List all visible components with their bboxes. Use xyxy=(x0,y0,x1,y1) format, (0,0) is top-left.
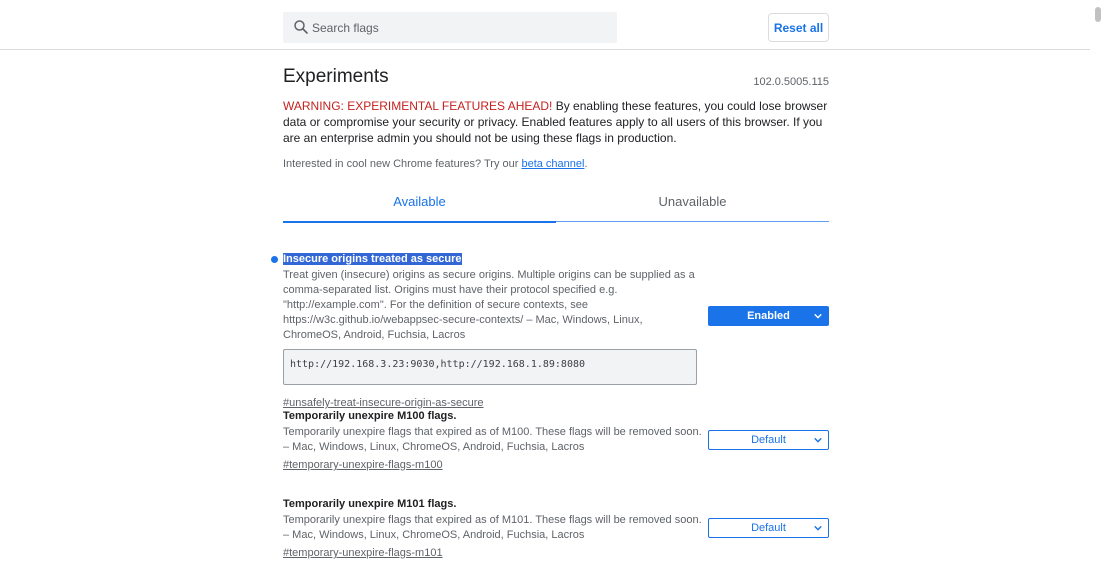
search-box[interactable] xyxy=(283,12,617,43)
experiment-insecure-origins: Insecure origins treated as secure Treat… xyxy=(271,252,829,411)
search-icon xyxy=(294,20,308,34)
version-label: 102.0.5005.115 xyxy=(753,76,829,88)
experiment-link[interactable]: #temporary-unexpire-flags-m101 xyxy=(283,546,443,561)
experiment-link[interactable]: #temporary-unexpire-flags-m100 xyxy=(283,458,443,473)
tab-unavailable[interactable]: Unavailable xyxy=(556,187,829,221)
interest-end: . xyxy=(584,158,588,170)
experiment-unexpire-m100: Temporarily unexpire M100 flags. Tempora… xyxy=(283,409,829,473)
beta-channel-link[interactable]: beta channel xyxy=(521,158,584,170)
chevron-down-icon xyxy=(814,437,822,443)
experiment-state-select[interactable]: Enabled xyxy=(708,306,829,326)
scrollbar[interactable] xyxy=(1090,0,1107,579)
beta-channel-note: Interested in cool new Chrome features? … xyxy=(283,156,829,172)
experiment-description: Temporarily unexpire flags that expired … xyxy=(283,514,702,541)
experiment-title: Temporarily unexpire M101 flags. xyxy=(283,498,457,510)
experiment-unexpire-m101: Temporarily unexpire M101 flags. Tempora… xyxy=(283,497,829,561)
interest-text: Interested in cool new Chrome features? … xyxy=(283,158,522,170)
select-value: Default xyxy=(751,522,786,534)
search-input[interactable] xyxy=(312,12,612,43)
select-value: Default xyxy=(751,434,786,446)
chevron-down-icon xyxy=(814,525,822,531)
warning-text: WARNING: EXPERIMENTAL FEATURES AHEAD! By… xyxy=(283,98,833,146)
experiment-description: Temporarily unexpire flags that expired … xyxy=(283,426,702,453)
tab-bar: Available Unavailable xyxy=(283,187,829,223)
experiment-state-select[interactable]: Default xyxy=(708,518,829,538)
experiment-state-select[interactable]: Default xyxy=(708,430,829,450)
page-title: Experiments xyxy=(283,66,389,87)
flags-header: Reset all xyxy=(0,0,1090,50)
warning-title: WARNING: EXPERIMENTAL FEATURES AHEAD! xyxy=(283,99,553,113)
reset-all-button[interactable]: Reset all xyxy=(768,13,829,42)
select-value: Enabled xyxy=(747,310,790,322)
scrollbar-thumb[interactable] xyxy=(1095,7,1101,22)
experiment-title: Insecure origins treated as secure xyxy=(283,253,462,265)
experiment-title: Temporarily unexpire M100 flags. xyxy=(283,410,457,422)
tab-available[interactable]: Available xyxy=(283,187,556,223)
experiment-description: Treat given (insecure) origins as secure… xyxy=(283,269,695,341)
dot-icon xyxy=(271,256,278,263)
chevron-down-icon xyxy=(814,313,822,319)
origins-textarea[interactable]: http://192.168.3.23:9030,http://192.168.… xyxy=(283,349,697,385)
